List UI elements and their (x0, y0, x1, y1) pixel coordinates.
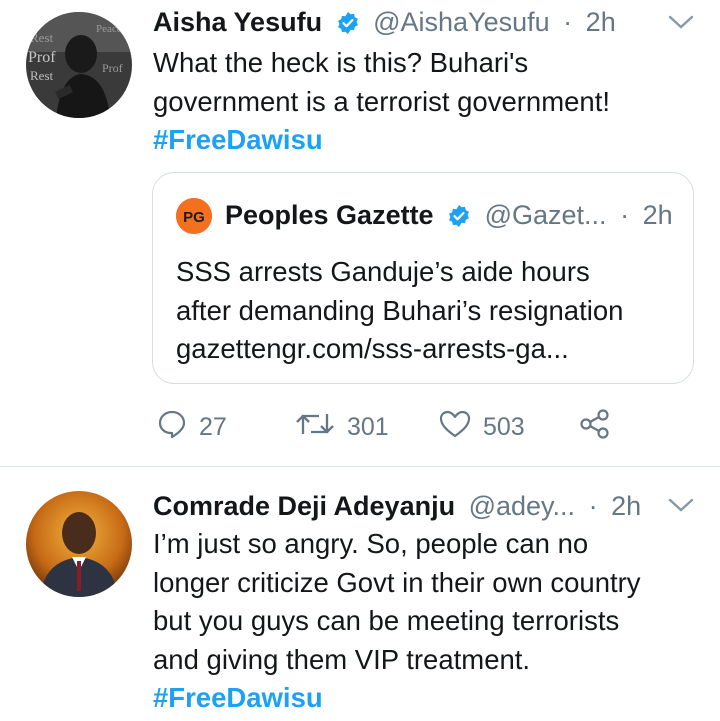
avatar-deji-adeyanju[interactable] (26, 491, 132, 597)
quoted-tweet-header: Peoples Gazette @Gazet... · 2h (225, 197, 673, 237)
svg-text:Peace: Peace (96, 23, 122, 35)
tweet-text: I’m just so angry. So, people can no lon… (153, 525, 698, 718)
tweet-aisha-yesufu[interactable]: Rest Prof Rest Peace Prof Aisha Yesufu @… (0, 0, 720, 466)
hashtag-link[interactable]: #FreeDawisu (153, 679, 698, 718)
author-name[interactable]: Aisha Yesufu (153, 7, 322, 37)
tweet-text-line: and giving them VIP treatment. (153, 643, 531, 675)
svg-text:Rest: Rest (30, 68, 54, 83)
verified-badge-icon (447, 201, 471, 237)
reply-button[interactable]: 27 (157, 405, 227, 449)
tweet-header: Aisha Yesufu @AishaYesufu · 2h (153, 5, 616, 43)
retweet-icon (295, 409, 335, 446)
tweet-text-line: but you guys can be meeting terrorists (153, 605, 620, 636)
author-name[interactable]: Comrade Deji Adeyanju (153, 491, 455, 521)
retweet-button[interactable]: 301 (295, 405, 389, 449)
reply-count: 27 (199, 412, 227, 441)
quoted-text-line: SSS arrests Ganduje’s aide hours (176, 256, 590, 287)
quoted-author-name[interactable]: Peoples Gazette (225, 200, 434, 230)
tweet-text-line: I’m just so angry. So, people can no (153, 528, 589, 559)
tweet-actions: 27 301 503 (153, 405, 623, 449)
like-count: 503 (483, 412, 525, 441)
share-icon (579, 408, 611, 447)
peoples-gazette-logo: PG (176, 198, 212, 234)
retweet-count: 301 (347, 412, 389, 441)
author-handle[interactable]: @AishaYesufu (373, 7, 550, 37)
quoted-link[interactable]: gazettengr.com/sss-arrests-ga... (176, 330, 623, 369)
quoted-tweet-text: SSS arrests Ganduje’s aide hours after d… (176, 253, 623, 369)
share-button[interactable] (579, 405, 611, 449)
tweet-header: Comrade Deji Adeyanju @adey... · 2h (153, 489, 641, 523)
avatar-aisha-yesufu[interactable]: Rest Prof Rest Peace Prof (26, 12, 132, 118)
separator-dot: · (620, 200, 630, 230)
like-icon (439, 409, 471, 446)
svg-text:Prof: Prof (28, 49, 56, 66)
separator-dot: · (588, 491, 598, 521)
tweet-text-line: What the heck is this? Buhari's (153, 47, 529, 78)
quoted-author-handle[interactable]: @Gazet... (485, 200, 607, 230)
hashtag-link[interactable]: #FreeDawisu (153, 121, 698, 160)
reply-icon (157, 409, 187, 446)
tweet-text-line: government is a terrorist government! (153, 85, 610, 117)
chevron-down-icon[interactable] (668, 497, 694, 518)
separator-dot: · (563, 7, 573, 37)
tweet-text-line: longer criticize Govt in their own count… (153, 566, 641, 598)
quoted-text-line: after demanding Buhari’s resignation (176, 294, 624, 326)
logo-text: PG (183, 209, 205, 226)
like-button[interactable]: 503 (439, 405, 525, 449)
svg-text:Rest: Rest (30, 30, 54, 45)
chevron-down-icon[interactable] (668, 14, 694, 35)
tweet-deji-adeyanju[interactable]: Comrade Deji Adeyanju @adey... · 2h I’m … (0, 467, 720, 721)
svg-text:Prof: Prof (102, 61, 123, 75)
quoted-tweet-timestamp[interactable]: 2h (643, 200, 673, 230)
tweet-text: What the heck is this? Buhari's governme… (153, 44, 698, 160)
verified-badge-icon (336, 9, 360, 43)
tweet-timestamp[interactable]: 2h (586, 7, 616, 37)
quoted-tweet-card[interactable]: PG Peoples Gazette @Gazet... · 2h SSS ar… (152, 172, 694, 384)
tweet-timestamp[interactable]: 2h (611, 491, 641, 521)
author-handle[interactable]: @adey... (469, 491, 575, 521)
